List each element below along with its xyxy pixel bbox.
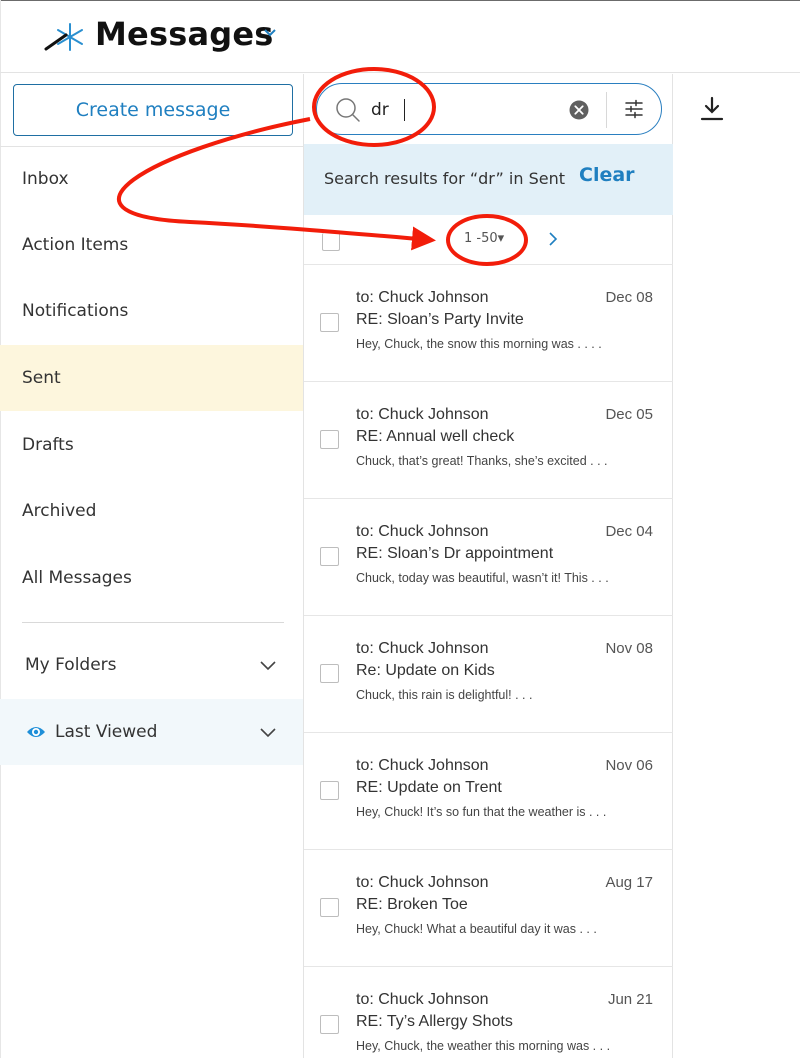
message-date: Dec 05 <box>605 406 653 423</box>
message-row[interactable]: to: Chuck Johnson Dec 05 RE: Annual well… <box>304 382 673 499</box>
sidebar-item-drafts[interactable]: Drafts <box>0 412 303 478</box>
message-row[interactable]: to: Chuck Johnson Dec 04 RE: Sloan’s Dr … <box>304 499 673 616</box>
message-preview: Chuck, that’s great! Thanks, she’s excit… <box>356 454 608 468</box>
message-date: Dec 04 <box>605 523 653 540</box>
message-preview: Hey, Chuck! It’s so fun that the weather… <box>356 805 607 819</box>
message-row[interactable]: to: Chuck Johnson Nov 06 RE: Update on T… <box>304 733 673 850</box>
chevron-right-icon[interactable] <box>546 231 560 247</box>
message-checkbox[interactable] <box>320 898 339 917</box>
message-recipient: to: Chuck Johnson <box>356 523 489 540</box>
message-subject: RE: Broken Toe <box>356 896 468 913</box>
search-results-text: Search results for “dr” in Sent <box>324 169 565 188</box>
message-date: Dec 08 <box>605 289 653 306</box>
message-subject: RE: Annual well check <box>356 428 515 445</box>
message-preview: Chuck, this rain is delightful! . . . <box>356 688 533 702</box>
sidebar-item-action-items[interactable]: Action Items <box>0 212 303 278</box>
message-recipient: to: Chuck Johnson <box>356 640 489 657</box>
my-folders-label: My Folders <box>25 655 117 675</box>
message-row[interactable]: to: Chuck Johnson Nov 08 Re: Update on K… <box>304 616 673 733</box>
app-title: Messages <box>95 15 274 53</box>
toolbar-right <box>673 74 800 146</box>
pager-range-dropdown[interactable]: 1 -50▾ <box>464 231 504 246</box>
message-checkbox[interactable] <box>320 547 339 566</box>
caret-down-icon: ▾ <box>497 231 505 246</box>
message-date: Nov 06 <box>605 757 653 774</box>
eye-icon <box>27 727 45 737</box>
message-recipient: to: Chuck Johnson <box>356 289 489 306</box>
sidebar-item-notifications[interactable]: Notifications <box>0 278 303 344</box>
clear-search-icon[interactable] <box>569 100 589 120</box>
search-box <box>316 83 662 135</box>
message-checkbox[interactable] <box>320 1015 339 1034</box>
message-checkbox[interactable] <box>320 664 339 683</box>
last-viewed-label: Last Viewed <box>55 722 158 742</box>
message-subject: RE: Update on Trent <box>356 779 502 796</box>
message-recipient: to: Chuck Johnson <box>356 874 489 891</box>
message-preview: Hey, Chuck, the weather this morning was… <box>356 1039 611 1053</box>
message-checkbox[interactable] <box>320 313 339 332</box>
message-recipient: to: Chuck Johnson <box>356 991 489 1008</box>
sidebar-item-archived[interactable]: Archived <box>0 478 303 544</box>
filter-sliders-icon[interactable] <box>624 99 644 119</box>
message-date: Aug 17 <box>605 874 653 891</box>
message-preview: Chuck, today was beautiful, wasn’t it! T… <box>356 571 609 585</box>
message-recipient: to: Chuck Johnson <box>356 757 489 774</box>
message-date: Jun 21 <box>607 991 653 1008</box>
search-icon <box>336 98 360 122</box>
app-header: Messages <box>0 1 800 73</box>
message-row[interactable]: to: Chuck Johnson Aug 17 RE: Broken Toe … <box>304 850 673 967</box>
my-folders-toggle[interactable]: My Folders <box>0 632 303 698</box>
message-preview: Hey, Chuck, the snow this morning was . … <box>356 337 602 351</box>
select-all-checkbox[interactable] <box>322 233 340 251</box>
message-checkbox[interactable] <box>320 781 339 800</box>
last-viewed-toggle[interactable]: Last Viewed <box>0 699 303 765</box>
message-preview: Hey, Chuck! What a beautiful day it was … <box>356 922 597 936</box>
pager-range-label: 1 -50 <box>464 231 498 246</box>
sidebar-item-sent[interactable]: Sent <box>0 345 303 411</box>
search-separator <box>606 92 607 128</box>
message-subject: RE: Sloan’s Party Invite <box>356 311 524 328</box>
message-subject: RE: Sloan’s Dr appointment <box>356 545 554 562</box>
message-list-panel: Search results for “dr” in Sent Clear 1 … <box>304 74 673 1058</box>
sidebar-item-all-messages[interactable]: All Messages <box>0 545 303 611</box>
text-caret <box>404 99 405 121</box>
pager-row: 1 -50▾ <box>304 215 673 265</box>
message-recipient: to: Chuck Johnson <box>356 406 489 423</box>
message-subject: RE: Ty’s Allergy Shots <box>356 1013 513 1030</box>
message-row[interactable]: to: Chuck Johnson Jun 21 RE: Ty’s Allerg… <box>304 967 673 1058</box>
chevron-down-icon[interactable] <box>262 25 278 41</box>
sidebar-divider <box>22 622 284 623</box>
search-input[interactable] <box>371 96 561 124</box>
clear-search-link[interactable]: Clear <box>579 164 635 186</box>
snowflake-logo-icon <box>44 23 83 51</box>
chevron-down-icon <box>260 661 276 671</box>
sidebar-item-inbox[interactable]: Inbox <box>0 146 303 212</box>
sidebar: Create message Inbox Action Items Notifi… <box>0 74 304 1058</box>
message-checkbox[interactable] <box>320 430 339 449</box>
download-icon[interactable] <box>700 96 724 122</box>
message-date: Nov 08 <box>605 640 653 657</box>
chevron-down-icon <box>260 728 276 738</box>
message-row[interactable]: to: Chuck Johnson Dec 08 RE: Sloan’s Par… <box>304 265 673 382</box>
search-results-bar: Search results for “dr” in Sent Clear <box>304 144 673 215</box>
create-message-button[interactable]: Create message <box>13 84 293 136</box>
message-subject: Re: Update on Kids <box>356 662 495 679</box>
